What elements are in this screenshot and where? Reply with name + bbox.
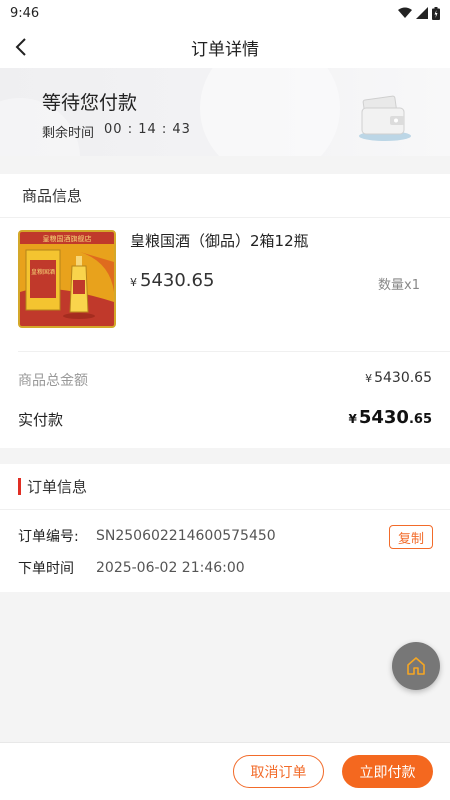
order-time-label: 下单时间	[18, 561, 74, 577]
home-icon	[407, 657, 425, 675]
currency-symbol: ¥	[365, 372, 373, 385]
price-value: 5430.65	[140, 270, 215, 291]
bottom-action-bar: 取消订单 立即付款	[0, 742, 450, 800]
page-title: 订单详情	[191, 39, 259, 60]
product-image-banner-text: 皇粮国酒旗舰店	[43, 234, 92, 243]
wallet-icon	[359, 95, 411, 141]
banner-decoration	[200, 68, 340, 156]
status-icons	[398, 6, 440, 20]
currency-symbol: ¥	[130, 276, 137, 289]
goods-section-title: 商品信息	[0, 174, 450, 218]
back-button[interactable]	[10, 35, 34, 59]
pay-now-button[interactable]: 立即付款	[342, 755, 433, 788]
product-quantity: 数量x1	[378, 278, 420, 293]
currency-symbol: ¥	[348, 412, 357, 426]
order-time: 2025-06-02 21:46:00	[96, 560, 245, 576]
total-value-wrap: ¥5430.65	[365, 370, 432, 386]
remaining-time: 剩余时间 00 : 14 : 43	[42, 122, 191, 141]
order-number-label: 订单编号:	[18, 529, 79, 545]
battery-icon	[432, 6, 440, 20]
paid-amount-row: 实付款 ¥ 5430 .65	[0, 407, 450, 433]
order-info-header: 订单信息	[0, 464, 450, 510]
paid-value: ¥ 5430 .65	[349, 407, 433, 428]
remaining-time-label: 剩余时间	[42, 126, 95, 141]
goods-card: 商品信息 皇粮国酒旗舰店 皇粮国酒 皇粮国酒（御品）2箱12瓶 ¥ 5430.6…	[0, 174, 450, 448]
payment-status-title: 等待您付款	[42, 92, 138, 114]
home-button[interactable]	[392, 642, 440, 690]
divider	[18, 351, 450, 352]
product-image-art: 皇粮国酒旗舰店 皇粮国酒	[20, 232, 114, 326]
order-number: SN250602214600575450	[96, 528, 276, 544]
status-time: 9:46	[10, 5, 40, 21]
countdown-timer: 00 : 14 : 43	[104, 122, 191, 137]
order-time-row: 下单时间 2025-06-02 21:46:00	[18, 557, 245, 579]
product-image[interactable]: 皇粮国酒旗舰店 皇粮国酒	[18, 230, 116, 328]
section-accent-bar	[18, 478, 21, 495]
paid-value-decimal: .65	[408, 412, 432, 427]
app-header: 订单详情	[0, 26, 450, 68]
total-label: 商品总金额	[18, 373, 88, 389]
order-number-row: 订单编号: SN250602214600575450	[18, 525, 276, 547]
product-item[interactable]: 皇粮国酒旗舰店 皇粮国酒 皇粮国酒（御品）2箱12瓶 ¥ 5430.65 数量x…	[0, 218, 450, 338]
product-price: ¥ 5430.65	[130, 270, 214, 291]
total-value: 5430.65	[374, 370, 432, 386]
signal-icon	[416, 7, 428, 19]
status-bar: 9:46	[0, 0, 450, 26]
copy-button[interactable]: 复制	[389, 525, 433, 549]
product-image-bottle-text: 皇粮国酒	[31, 268, 55, 276]
order-info-card: 订单信息 订单编号: SN250602214600575450 复制 下单时间 …	[0, 464, 450, 592]
payment-status-banner: 等待您付款 剩余时间 00 : 14 : 43	[0, 68, 450, 156]
wifi-icon	[398, 7, 412, 18]
chevron-left-icon	[15, 38, 26, 56]
goods-total-row: 商品总金额 ¥5430.65	[0, 368, 450, 392]
cancel-order-button[interactable]: 取消订单	[233, 755, 324, 788]
product-name: 皇粮国酒（御品）2箱12瓶	[130, 232, 309, 250]
paid-label: 实付款	[18, 411, 64, 429]
paid-value-integer: 5430	[358, 407, 409, 428]
order-info-title: 订单信息	[27, 478, 88, 496]
